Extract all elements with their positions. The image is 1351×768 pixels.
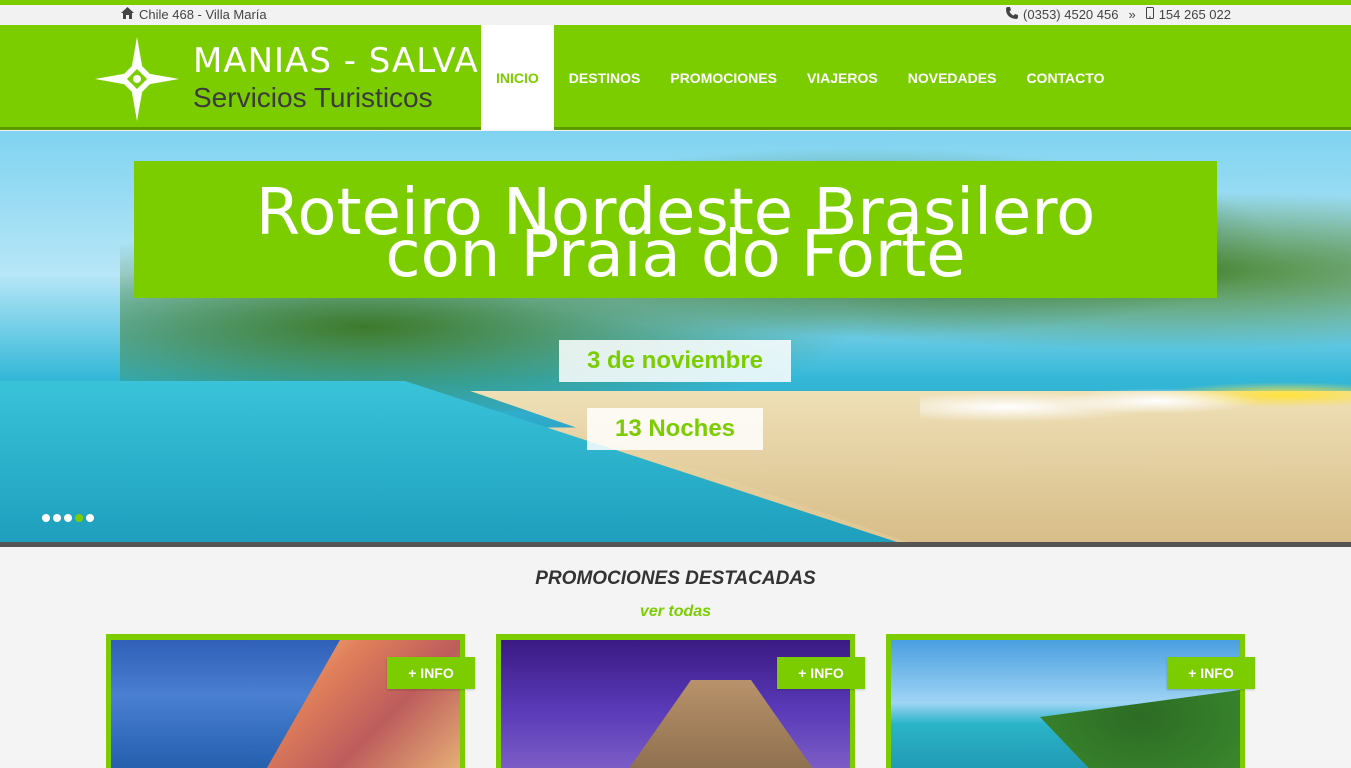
logo-title: MANIAS - SALVAI [193, 41, 490, 81]
address-text: Chile 468 - Villa María [139, 7, 267, 22]
address: Chile 468 - Villa María [121, 7, 267, 22]
hero-slider[interactable]: Roteiro Nordeste Brasilero con Praia do … [0, 131, 1351, 543]
phone-icon [1006, 7, 1019, 22]
promo-card[interactable]: + INFO [886, 634, 1255, 768]
promo-card[interactable]: + INFO [496, 634, 865, 768]
hero-background-umbrellas [920, 371, 1351, 431]
nav-novedades[interactable]: NOVEDADES [893, 25, 1012, 130]
hero-nights-tag: 13 Noches [587, 408, 763, 450]
compass-logo-icon [95, 37, 179, 121]
logo-subtitle: Servicios Turisticos [193, 82, 433, 113]
promo-card[interactable]: + INFO [106, 634, 475, 768]
mobile-icon [1145, 7, 1154, 22]
main-navigation: INICIO DESTINOS PROMOCIONES VIAJEROS NOV… [481, 25, 1119, 130]
nav-promociones[interactable]: PROMOCIONES [655, 25, 792, 130]
hero-date-tag: 3 de noviembre [559, 340, 791, 382]
mobile-link[interactable]: 154 265 022 [1159, 7, 1231, 22]
slider-dot[interactable] [86, 514, 94, 522]
nav-contacto[interactable]: CONTACTO [1011, 25, 1119, 130]
nav-viajeros[interactable]: VIAJEROS [792, 25, 893, 130]
nav-destinos[interactable]: DESTINOS [554, 25, 656, 130]
phone-link[interactable]: (0353) 4520 456 [1023, 7, 1118, 22]
nav-inicio[interactable]: INICIO [481, 25, 554, 130]
slider-dot[interactable] [42, 514, 50, 522]
site-header: MANIAS - SALVAI Servicios Turisticos INI… [0, 25, 1351, 130]
info-button[interactable]: + INFO [777, 657, 865, 689]
section-heading: PROMOCIONES DESTACADAS [535, 568, 816, 589]
site-logo[interactable]: MANIAS - SALVAI Servicios Turisticos [95, 37, 489, 121]
slider-dot[interactable] [53, 514, 61, 522]
slider-dot-active[interactable] [75, 514, 83, 522]
contact-topbar: Chile 468 - Villa María (0353) 4520 456 … [0, 5, 1351, 25]
view-all-link[interactable]: ver todas [0, 603, 1351, 621]
hero-title-line2: con Praia do Forte [385, 218, 966, 292]
slider-pagination [42, 514, 94, 522]
info-button[interactable]: + INFO [1167, 657, 1255, 689]
info-button[interactable]: + INFO [387, 657, 475, 689]
slider-dot[interactable] [64, 514, 72, 522]
hero-title-box: Roteiro Nordeste Brasilero con Praia do … [134, 161, 1217, 298]
home-icon [121, 7, 134, 22]
phone-numbers: (0353) 4520 456 » 154 265 022 [1006, 7, 1231, 22]
double-chevron-right-icon: » [1128, 7, 1136, 22]
hero-divider [0, 542, 1351, 547]
